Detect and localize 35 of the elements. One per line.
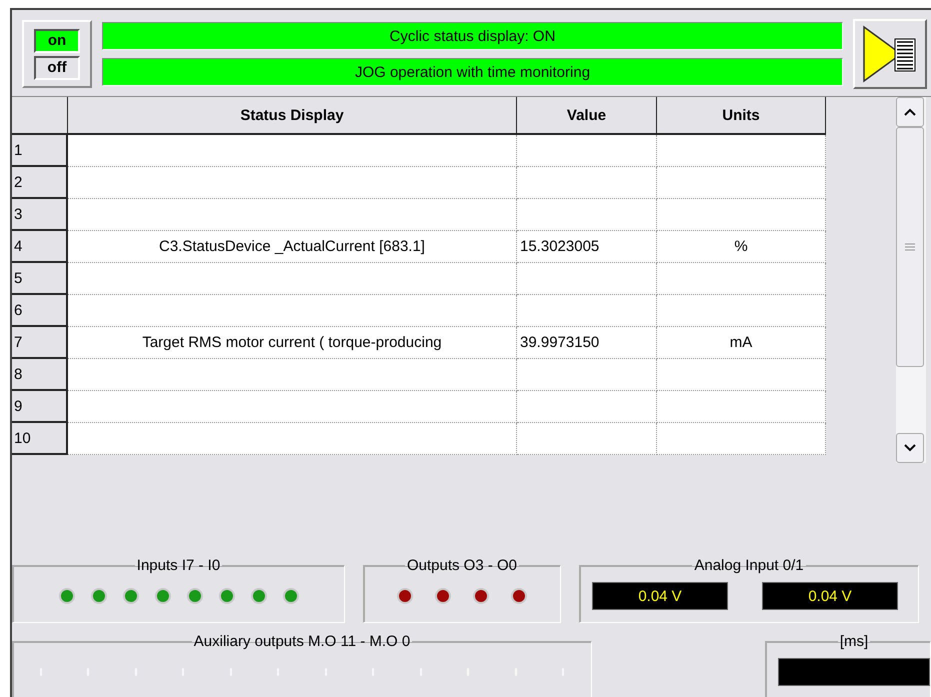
mode-button[interactable]: on xyxy=(34,28,80,52)
chevron-up-icon xyxy=(904,108,916,116)
row-number: 2 xyxy=(12,167,68,199)
analog-reading: 0.04 V xyxy=(762,582,898,610)
table-cell: 15.3023005 xyxy=(517,231,657,263)
table-cell: % xyxy=(657,231,826,263)
table-cell: 39.9973150 xyxy=(517,327,657,359)
table-cell: Target RMS motor current ( torque-producing xyxy=(68,327,517,359)
table-cell: C3.StatusDevice _ActualCurrent [683.1] xyxy=(68,231,517,263)
row-number: 5 xyxy=(12,263,68,295)
column-header[interactable]: Status Display xyxy=(68,97,517,135)
row-number: 1 xyxy=(12,135,68,167)
row-number: 10 xyxy=(12,423,68,455)
chevron-down-icon xyxy=(904,444,916,452)
scroll-up-button[interactable] xyxy=(896,97,924,127)
scroll-down-button[interactable] xyxy=(896,433,924,463)
grip-icon xyxy=(905,243,915,251)
panel-title: Auxiliary outputs M.O 11 - M.O 0 xyxy=(192,633,412,650)
panel-title: Outputs O3 - O0 xyxy=(406,557,518,574)
row-number: 9 xyxy=(12,391,68,423)
analog-reading: 0.04 V xyxy=(592,582,728,610)
run-button[interactable] xyxy=(853,19,927,89)
row-number: 6 xyxy=(12,295,68,327)
scrollbar-thumb[interactable] xyxy=(896,127,924,367)
panel-title: Analog Input 0/1 xyxy=(693,557,805,574)
row-number: 7 xyxy=(12,327,68,359)
row-number: 4 xyxy=(12,231,68,263)
panel-title: [ms] xyxy=(838,633,870,650)
row-number: 8 xyxy=(12,359,68,391)
row-number: 3 xyxy=(12,199,68,231)
column-header[interactable]: Units xyxy=(657,97,826,135)
table-cell: mA xyxy=(657,327,826,359)
mode-button[interactable]: off xyxy=(34,56,80,80)
panel-title: Inputs I7 - I0 xyxy=(136,557,222,574)
column-header[interactable]: Value xyxy=(517,97,657,135)
